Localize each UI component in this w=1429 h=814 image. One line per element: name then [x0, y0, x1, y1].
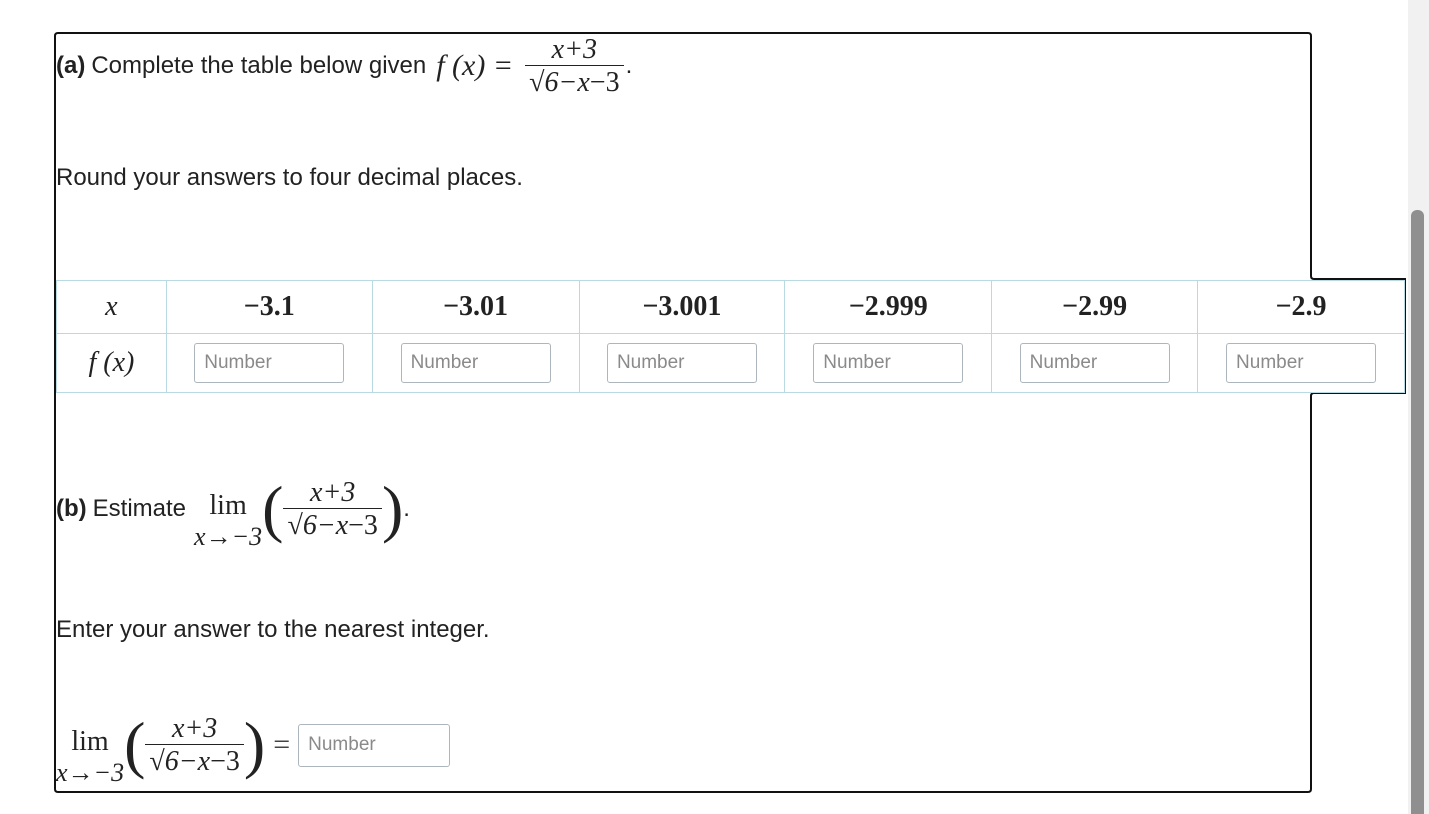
x-value-3: −3.001 [578, 280, 786, 334]
lim-approach: x→−3 [56, 758, 125, 787]
part-b-prompt: (b) Estimate lim x→−3 ( x+3 √6−x−3 ) . [56, 466, 410, 552]
fx-label: f (x) [56, 333, 167, 393]
function-fraction: x+3 √6−x−3 [525, 34, 624, 98]
limit-operator: lim x→−3 [56, 728, 124, 786]
fraction-numerator: x+3 [551, 34, 597, 66]
limit-answer-input[interactable] [298, 723, 451, 767]
left-paren: ( [262, 473, 284, 544]
values-table: x −3.1 −3.01 −3.001 −2.999 −2.99 −2.9 f … [56, 280, 1405, 393]
fraction-numerator: x+3 [171, 713, 218, 745]
fx-cell-4 [784, 333, 993, 393]
x-value-6: −2.9 [1197, 280, 1405, 334]
table-row: f (x) [56, 333, 1405, 393]
scrollbar-thumb[interactable] [1411, 210, 1424, 814]
part-a-label: (a) [56, 52, 86, 79]
lim-word: lim [209, 490, 247, 521]
period: . [403, 495, 410, 522]
lim-word: lim [71, 726, 109, 757]
fx-cell-3 [578, 333, 786, 393]
fx-cell-5 [991, 333, 1199, 393]
sqrt-expression: √6−x [529, 64, 590, 98]
denominator-tail: −3 [589, 66, 620, 98]
denominator-tail: −3 [210, 745, 240, 777]
radicand: 6−x [164, 743, 211, 777]
round-instruction: Round your answers to four decimal place… [56, 164, 523, 191]
limit-fraction: x+3 √6−x−3 [145, 713, 244, 777]
fx-input-5[interactable] [1019, 343, 1170, 383]
right-paren: ) [243, 709, 266, 780]
fx-input-3[interactable] [606, 343, 757, 383]
equals-sign: = [273, 728, 291, 761]
radicand: 6−x [544, 64, 590, 98]
fx-cell-6 [1197, 333, 1405, 393]
fx-input-1[interactable] [194, 343, 345, 383]
fx-cell-1 [165, 333, 373, 393]
left-paren: ( [124, 709, 146, 780]
limit-answer-row: lim x→−3 ( x+3 √6−x−3 ) = [56, 702, 451, 788]
question-frame [54, 32, 1406, 793]
radicand: 6−x [302, 507, 349, 541]
limit-operator: lim x→−3 [194, 492, 262, 550]
fx-cell-2 [371, 333, 580, 393]
limit-fraction: x+3 √6−x−3 [283, 477, 382, 541]
lim-approach: x→−3 [194, 522, 263, 551]
part-b-label: (b) [56, 495, 87, 522]
x-value-4: −2.999 [784, 280, 993, 334]
table-header-row: x −3.1 −3.01 −3.001 −2.999 −2.99 −2.9 [56, 280, 1405, 334]
part-a-prompt: (a) Complete the table below given f (x)… [56, 30, 632, 102]
x-value-2: −3.01 [371, 280, 580, 334]
fx-input-6[interactable] [1226, 343, 1377, 383]
fx-input-4[interactable] [813, 343, 964, 383]
part-b-text: Estimate [92, 495, 187, 522]
x-header: x [56, 280, 167, 334]
denominator-tail: −3 [348, 509, 378, 541]
fx-input-2[interactable] [400, 343, 551, 383]
x-value-5: −2.99 [991, 280, 1199, 334]
period: . [625, 52, 633, 79]
integer-instruction: Enter your answer to the nearest integer… [56, 616, 490, 643]
part-a-text: Complete the table below given [91, 52, 427, 79]
function-name: f (x) = [436, 49, 514, 82]
right-paren: ) [381, 473, 404, 544]
fraction-numerator: x+3 [310, 477, 356, 509]
x-value-1: −3.1 [165, 280, 373, 334]
